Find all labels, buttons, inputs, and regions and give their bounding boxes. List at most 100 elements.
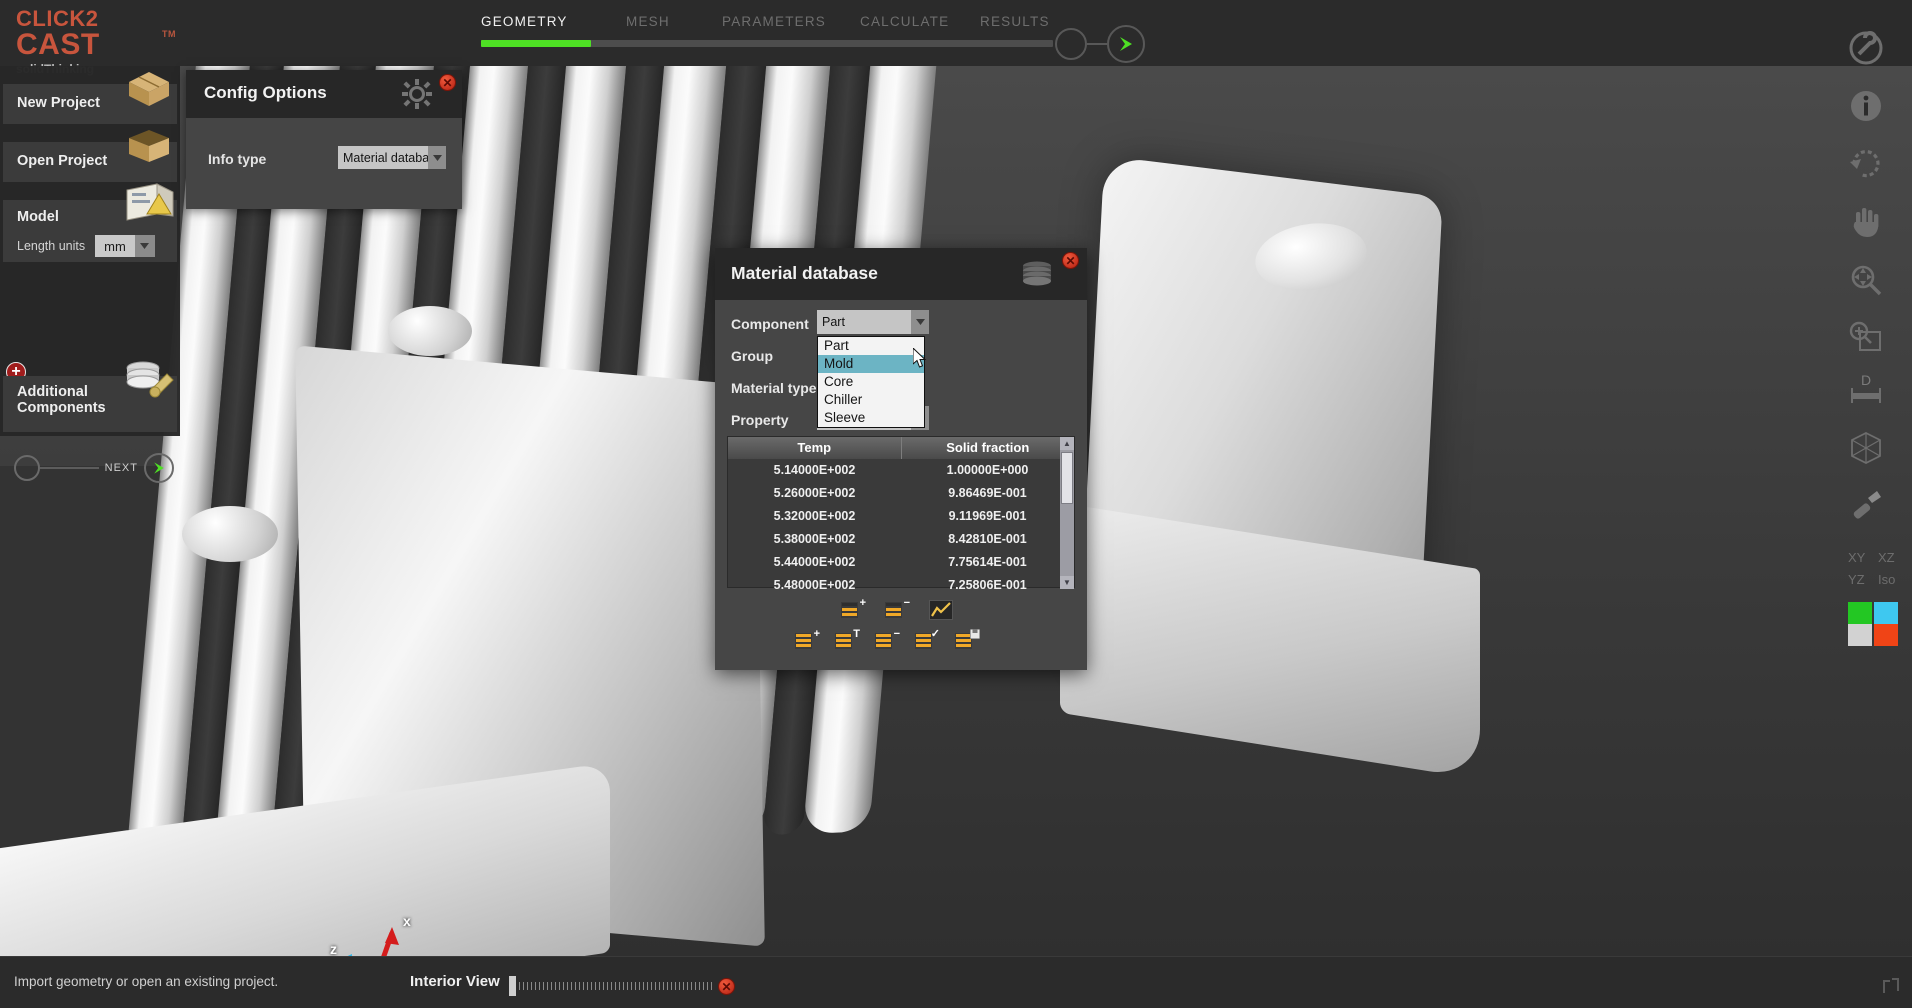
- material-type-label: Material type: [731, 380, 817, 396]
- table-row[interactable]: 5.14000E+002 1.00000E+000: [728, 459, 1074, 482]
- dropdown-option-part[interactable]: Part: [818, 337, 924, 355]
- additional-components-label-line2: Components: [17, 400, 106, 416]
- add-material-button[interactable]: +: [795, 629, 820, 651]
- pan-hand-icon[interactable]: [1844, 200, 1888, 244]
- chevron-down-icon: [428, 146, 446, 169]
- add-row-button[interactable]: +: [841, 598, 866, 620]
- workflow-node-connector: [1087, 43, 1107, 45]
- interior-view-slider-handle[interactable]: [509, 976, 516, 996]
- bounding-box-icon[interactable]: [1844, 426, 1888, 470]
- component-select[interactable]: Part: [817, 310, 929, 334]
- length-units-select[interactable]: mm: [95, 235, 155, 257]
- dropdown-option-mold[interactable]: Mold: [818, 355, 924, 373]
- logo-cast-text: CAST: [16, 28, 100, 61]
- interior-view-slider[interactable]: [515, 982, 715, 990]
- sidebar-item-new-project[interactable]: New Project: [3, 72, 177, 124]
- length-units-value: mm: [95, 235, 135, 257]
- table-row[interactable]: 5.38000E+002 8.42810E-001: [728, 528, 1074, 551]
- scrollbar-thumb[interactable]: [1061, 452, 1073, 504]
- next-start-node[interactable]: [14, 455, 40, 481]
- scroll-down-icon[interactable]: ▼: [1060, 576, 1074, 589]
- sidebar-next-row: NEXT: [14, 451, 174, 485]
- view-button-yz[interactable]: YZ: [1848, 572, 1865, 587]
- database-stack-icon: [126, 361, 174, 398]
- table-row[interactable]: 5.26000E+002 9.86469E-001: [728, 482, 1074, 505]
- dropdown-option-sleeve[interactable]: Sleeve: [818, 409, 924, 427]
- tab-mesh[interactable]: MESH: [626, 14, 670, 29]
- sidebar-item-open-project[interactable]: Open Project: [3, 130, 177, 182]
- sidebar-item-additional-components[interactable]: Additional Components: [3, 361, 177, 432]
- logo-trademark: TM: [162, 29, 176, 39]
- info-type-select[interactable]: Material databas: [338, 146, 446, 169]
- table-row[interactable]: 5.44000E+002 7.75614E-001: [728, 551, 1074, 574]
- zoom-fit-icon[interactable]: [1844, 258, 1888, 302]
- top-bar: CLICK2 CAST TM solidThinking GEOMETRY ME…: [0, 0, 1912, 76]
- interior-view-close-button[interactable]: ✕: [718, 978, 735, 995]
- view-button-xz[interactable]: XZ: [1878, 550, 1895, 565]
- settings-wrench-icon[interactable]: [1844, 26, 1888, 70]
- component-dropdown-list[interactable]: Part Mold Core Chiller Sleeve: [817, 336, 925, 428]
- length-units-label: Length units: [17, 239, 86, 253]
- config-options-close-button[interactable]: ✕: [439, 74, 456, 91]
- config-options-body: Info type Material databas: [186, 118, 462, 209]
- length-units-row: Length units mm: [17, 235, 177, 257]
- tab-calculate[interactable]: CALCULATE: [860, 14, 949, 29]
- tab-parameters[interactable]: PARAMETERS: [722, 14, 826, 29]
- material-database-close-button[interactable]: ✕: [1062, 252, 1079, 269]
- info-icon[interactable]: [1844, 84, 1888, 128]
- resize-corner-icon[interactable]: [1880, 975, 1902, 1002]
- material-property-table[interactable]: Temp Solid fraction 5.14000E+002 1.00000…: [727, 436, 1075, 592]
- cell-temp: 5.32000E+002: [773, 509, 856, 523]
- tab-results[interactable]: RESULTS: [980, 14, 1050, 29]
- view-button-xy[interactable]: XY: [1848, 550, 1865, 565]
- application-window: x z y CLICK2 CAST TM solidThinking GEOME…: [0, 0, 1912, 1008]
- axis-label-x: x: [403, 913, 411, 929]
- save-material-button[interactable]: [955, 628, 981, 651]
- plot-curve-button[interactable]: [929, 600, 953, 620]
- zoom-window-icon[interactable]: [1844, 316, 1888, 360]
- workflow-next-button[interactable]: [1107, 25, 1145, 63]
- status-bar: Import geometry or open an existing proj…: [0, 956, 1912, 1008]
- workflow-progress-track[interactable]: [481, 40, 1053, 47]
- rotate-view-icon[interactable]: [1844, 142, 1888, 186]
- workflow-tabs: GEOMETRY MESH PARAMETERS CALCULATE RESUL…: [460, 14, 1160, 36]
- right-toolbar: D XY XZ YZ Iso: [1820, 10, 1912, 646]
- view-button-iso[interactable]: Iso: [1878, 572, 1895, 587]
- apply-material-button[interactable]: ✓: [915, 629, 940, 651]
- cell-temp: 5.14000E+002: [773, 463, 856, 477]
- workflow-node-circle[interactable]: [1055, 28, 1087, 60]
- template-material-button[interactable]: T: [835, 629, 860, 651]
- remove-row-button[interactable]: −: [885, 598, 910, 620]
- delete-material-button[interactable]: −: [875, 628, 900, 651]
- table-row[interactable]: 5.32000E+002 9.11969E-001: [728, 505, 1074, 528]
- cell-temp: 5.26000E+002: [773, 486, 856, 500]
- line-chart-icon: [931, 602, 951, 617]
- dropdown-option-chiller[interactable]: Chiller: [818, 391, 924, 409]
- tab-geometry[interactable]: GEOMETRY: [481, 14, 568, 29]
- sidebar-next-button[interactable]: [144, 453, 174, 483]
- color-swatch-cyan[interactable]: [1874, 602, 1898, 624]
- chevron-right-icon: [1120, 37, 1132, 51]
- flashlight-icon[interactable]: [1844, 484, 1888, 528]
- closed-box-icon: [129, 72, 169, 106]
- color-swatch-orange[interactable]: [1874, 624, 1898, 646]
- sidebar-item-model[interactable]: Model Length units mm: [3, 183, 177, 262]
- table-row[interactable]: 5.48000E+002 7.25806E-001: [728, 574, 1074, 597]
- info-type-label: Info type: [208, 151, 267, 167]
- color-swatch-green[interactable]: [1848, 602, 1872, 624]
- delete-material-badge: −: [893, 628, 900, 640]
- table-scrollbar[interactable]: ▲ ▼: [1060, 437, 1074, 589]
- color-swatch-white[interactable]: [1848, 624, 1872, 646]
- status-message: Import geometry or open an existing proj…: [14, 974, 279, 989]
- group-label: Group: [731, 348, 773, 364]
- casting-boss-upper: [388, 306, 472, 356]
- material-toolbar-row: + T − ✓: [795, 628, 981, 651]
- component-label: Component: [731, 316, 809, 332]
- measure-distance-icon[interactable]: D: [1844, 368, 1888, 412]
- cell-solid-fraction: 1.00000E+000: [946, 463, 1029, 477]
- dropdown-option-core[interactable]: Core: [818, 373, 924, 391]
- chevron-down-icon: [911, 310, 929, 334]
- scroll-up-icon[interactable]: ▲: [1060, 437, 1074, 450]
- gear-icon[interactable]: [401, 78, 433, 115]
- casting-boss-lower: [182, 506, 278, 562]
